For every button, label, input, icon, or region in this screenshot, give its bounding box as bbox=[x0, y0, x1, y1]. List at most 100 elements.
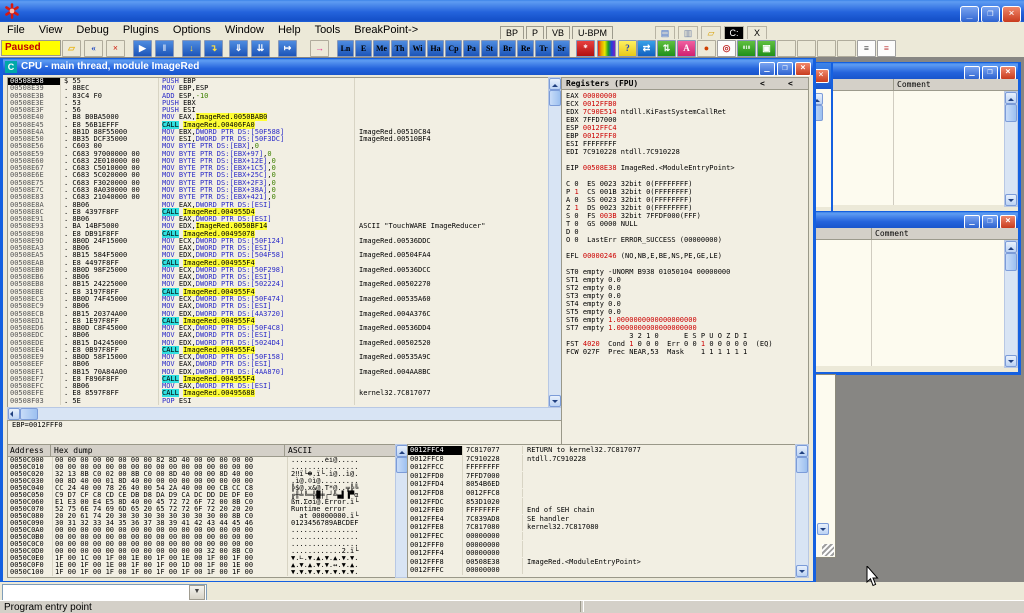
register-line[interactable]: ST2 empty 0.0 bbox=[562, 284, 808, 292]
animate-into-button[interactable]: ⇓ bbox=[229, 40, 248, 57]
scroll-thumb[interactable] bbox=[549, 90, 561, 106]
minimize-icon[interactable]: _ bbox=[759, 62, 775, 75]
register-line[interactable]: FCW 027F Prec NEAR,53 Mask 1 1 1 1 1 1 bbox=[562, 348, 808, 356]
dump-header-hex[interactable]: Hex dump bbox=[54, 445, 93, 456]
side-window-top-body[interactable] bbox=[833, 91, 1018, 205]
register-line[interactable]: ST4 empty 0.0 bbox=[562, 300, 808, 308]
side-window-middle-body[interactable] bbox=[809, 240, 1018, 366]
minimize-icon[interactable]: _ bbox=[964, 66, 980, 79]
scroll-down-arrow[interactable] bbox=[549, 395, 561, 407]
menu-plugins[interactable]: Plugins bbox=[116, 22, 166, 36]
register-line[interactable]: P 1 CS 001B 32bit 0(FFFFFFFF) bbox=[562, 188, 808, 196]
register-line[interactable]: EBX 7FFD7000 bbox=[562, 116, 808, 124]
disasm-row[interactable]: 00508EC3. 8B0D 74F45000MOV ECX,DWORD PTR… bbox=[8, 296, 549, 303]
stack-row[interactable]: 0012FFFC00000000 bbox=[408, 566, 796, 575]
column-divider[interactable] bbox=[871, 228, 872, 239]
maximize-icon[interactable]: ❐ bbox=[982, 66, 998, 79]
menu-window[interactable]: Window bbox=[218, 22, 271, 36]
register-line[interactable]: ESI FFFFFFFF bbox=[562, 140, 808, 148]
stack-row[interactable]: 0012FFC47C817077RETURN to kernel32.7C817… bbox=[408, 446, 796, 455]
minimize-icon[interactable]: _ bbox=[964, 215, 980, 228]
scroll-thumb[interactable] bbox=[1005, 104, 1017, 122]
comment-column-header[interactable]: Comment bbox=[875, 228, 909, 239]
register-line[interactable]: Z 1 DS 0023 32bit 0(FFFFFFFF) bbox=[562, 204, 808, 212]
dump-header-address[interactable]: Address bbox=[10, 445, 44, 456]
spiral-button[interactable]: ◎ bbox=[717, 40, 736, 57]
stack-row[interactable]: 0012FFF000000000 bbox=[408, 541, 796, 550]
scroll-left-arrow[interactable] bbox=[8, 408, 20, 420]
disasm-row[interactable]: 00508E9D. 8B0D 24F15000MOV ECX,DWORD PTR… bbox=[8, 238, 549, 245]
scrollbar[interactable] bbox=[1004, 240, 1018, 368]
register-line[interactable]: ST7 empty 1.0000000000000000000 bbox=[562, 324, 808, 332]
register-line[interactable]: EDI 7C910228 ntdll.7C910228 bbox=[562, 148, 808, 156]
dump-row[interactable]: 0050C1001F 00 1F 00 1F 00 1F 00 1F 00 1F… bbox=[8, 569, 396, 576]
stack-row[interactable]: 0012FFDC853D1020 bbox=[408, 498, 796, 507]
register-line[interactable]: A 0 SS 0023 32bit 0(FFFFFFFF) bbox=[562, 196, 808, 204]
column-divider[interactable] bbox=[893, 79, 894, 90]
blank-button-2[interactable] bbox=[797, 40, 816, 57]
resize-grip[interactable] bbox=[822, 544, 834, 556]
assemble-button[interactable]: A bbox=[677, 40, 696, 57]
view-handles-button[interactable]: Ha bbox=[427, 40, 444, 57]
scroll-up-arrow[interactable] bbox=[1005, 92, 1017, 104]
stack-row[interactable]: 0012FFE87C817080kernel32.7C817080 bbox=[408, 523, 796, 532]
view-memory-button[interactable]: Me bbox=[373, 40, 390, 57]
swap-arrows-button[interactable]: ⇄ bbox=[637, 40, 656, 57]
close-button[interactable]: × bbox=[1002, 6, 1021, 23]
blank-button-3[interactable] bbox=[817, 40, 836, 57]
disasm-row[interactable]: 00508E3B. 83C4 F0ADD ESP,-10 bbox=[8, 93, 549, 100]
breakpoint-dot-button[interactable]: ● bbox=[697, 40, 716, 57]
register-line[interactable] bbox=[562, 156, 808, 164]
blank-button-1[interactable] bbox=[777, 40, 796, 57]
disasm-row[interactable]: 00508E38$ 55PUSH EBP bbox=[8, 78, 549, 85]
list-button-2[interactable]: ≡ bbox=[877, 40, 896, 57]
registers-next-button[interactable]: < bbox=[788, 78, 793, 89]
view-source-button[interactable]: Sr bbox=[553, 40, 570, 57]
registers-pane[interactable]: Registers (FPU) < < EAX 00000000ECX 0012… bbox=[561, 77, 809, 445]
register-line[interactable]: EFL 00000246 (NO,NB,E,BE,NS,PE,GE,LE) bbox=[562, 252, 808, 260]
command-combo-input[interactable] bbox=[2, 584, 207, 601]
stack-row[interactable]: 0012FFCCFFFFFFFF bbox=[408, 463, 796, 472]
execute-till-return-button[interactable]: ↦ bbox=[278, 40, 297, 57]
view-log-button[interactable]: Ln bbox=[337, 40, 354, 57]
disassembly-pane[interactable]: 00508E38$ 55PUSH EBP00508E39. 8BECMOV EB… bbox=[7, 77, 550, 408]
register-line[interactable]: ST0 empty -UNORM B938 01050104 00000000 bbox=[562, 268, 808, 276]
view-patches-button[interactable]: Pa bbox=[463, 40, 480, 57]
register-line[interactable]: ST3 empty 0.0 bbox=[562, 292, 808, 300]
side-window-top-titlebar[interactable]: _❐× bbox=[833, 63, 1018, 79]
scroll-up-arrow[interactable] bbox=[1005, 241, 1017, 253]
register-line[interactable]: ECX 0012FFB0 bbox=[562, 100, 808, 108]
trace-button[interactable]: → bbox=[310, 40, 329, 57]
register-line[interactable]: ESP 0012FFC4 bbox=[562, 124, 808, 132]
stack-pane[interactable]: 0012FFC47C817077RETURN to kernel32.7C817… bbox=[407, 444, 797, 578]
stack-row[interactable]: 0012FFEC00000000 bbox=[408, 532, 796, 541]
stack-row[interactable]: 0012FFF400000000 bbox=[408, 549, 796, 558]
menu-options[interactable]: Options bbox=[166, 22, 218, 36]
side-window-middle[interactable]: _❐× Comment bbox=[806, 211, 1021, 375]
open-file-button[interactable]: ▱ bbox=[62, 40, 81, 57]
stack-scrollbar[interactable] bbox=[795, 444, 809, 578]
view-runtrace-button[interactable]: Tr bbox=[535, 40, 552, 57]
disasm-row[interactable]: 00508EB0. 8B0D 98F25000MOV ECX,DWORD PTR… bbox=[8, 267, 549, 274]
disassembly-hscrollbar[interactable] bbox=[7, 407, 562, 421]
disasm-row[interactable]: 00508EFE. E8 8597F8FFCALL ImageRed.00495… bbox=[8, 390, 549, 397]
view-windows-button[interactable]: Wi bbox=[409, 40, 426, 57]
menu-help[interactable]: Help bbox=[271, 22, 308, 36]
dump-pane[interactable]: Address Hex dump ASCII 0050C00000 00 00 … bbox=[7, 444, 397, 578]
close-icon[interactable]: × bbox=[1000, 66, 1016, 79]
combo-dropdown-button[interactable]: ▼ bbox=[189, 585, 205, 600]
register-line[interactable]: T 0 GS 0000 NULL bbox=[562, 220, 808, 228]
maximize-icon[interactable]: ❐ bbox=[982, 215, 998, 228]
scroll-thumb[interactable] bbox=[1005, 253, 1017, 271]
disasm-row[interactable]: 00508EF7. E8 F896F8FFCALL ImageRed.00495… bbox=[8, 376, 549, 383]
restore-button[interactable]: ❐ bbox=[981, 6, 1000, 23]
register-line[interactable] bbox=[562, 244, 808, 252]
view-breakpoints-button[interactable]: Br bbox=[499, 40, 516, 57]
scroll-down-arrow[interactable] bbox=[796, 565, 808, 577]
register-line[interactable]: 3 2 1 0 E S P U O Z D I bbox=[562, 332, 808, 340]
close-icon[interactable]: × bbox=[1000, 215, 1016, 228]
view-callstack-button[interactable]: St bbox=[481, 40, 498, 57]
maximize-icon[interactable]: ❐ bbox=[777, 62, 793, 75]
list-button-1[interactable]: ≡ bbox=[857, 40, 876, 57]
help-button[interactable]: ? bbox=[618, 40, 637, 57]
